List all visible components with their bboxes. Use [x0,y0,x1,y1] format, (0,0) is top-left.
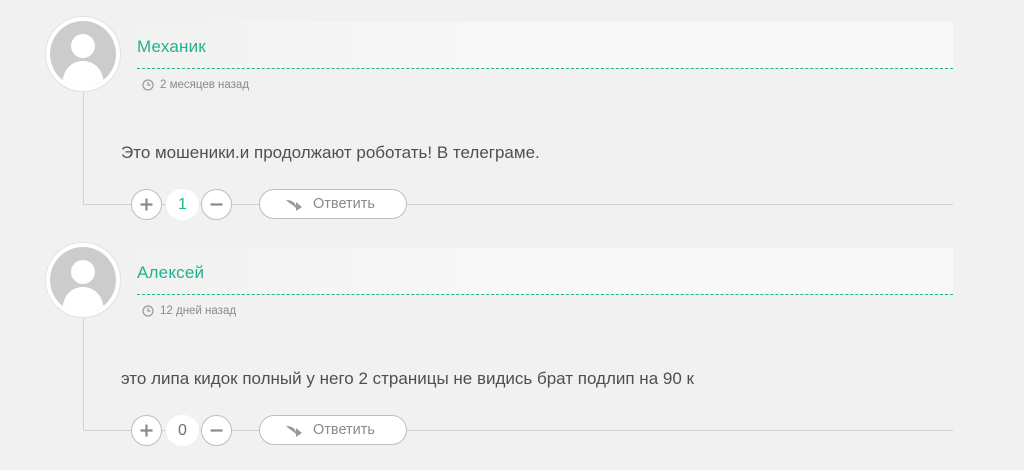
plus-icon [140,198,153,211]
thread-line [83,92,84,204]
minus-icon [210,429,223,432]
comment-author[interactable]: Механик [137,37,206,57]
thread-line [83,318,84,430]
upvote-button[interactable] [131,189,162,220]
header-dashed-line [137,294,953,295]
avatar [45,242,121,318]
plus-icon [140,424,153,437]
reply-arrow-icon [286,200,302,211]
comment-header [120,22,953,68]
comment-header [120,248,953,294]
reply-label: Ответить [313,422,375,438]
comment-timestamp: 2 месяцев назад [142,77,249,93]
reply-label: Ответить [313,196,375,212]
clock-icon [142,305,154,317]
default-user-avatar-icon [62,260,104,313]
reply-button[interactable]: Ответить [259,415,407,445]
reply-arrow-icon [286,426,302,437]
upvote-button[interactable] [131,415,162,446]
avatar [45,16,121,92]
comment-item: Алексей 12 дней назад это липа кидок пол… [0,226,1024,452]
comment-item: Механик 2 месяцев назад Это мошеники.и п… [0,0,1024,226]
header-dashed-line [137,68,953,69]
vote-count: 1 [166,189,199,220]
downvote-button[interactable] [201,415,232,446]
comment-author[interactable]: Алексей [137,263,204,283]
downvote-button[interactable] [201,189,232,220]
default-user-avatar-icon [62,34,104,87]
comment-text: Это мошеники.и продолжают роботать! В те… [121,143,540,162]
comment-text: это липа кидок полный у него 2 страницы … [121,369,694,388]
comment-time-label: 2 месяцев назад [160,79,250,91]
minus-icon [210,203,223,206]
comment-timestamp: 12 дней назад [142,303,236,319]
clock-icon [142,79,154,91]
comment-time-label: 12 дней назад [160,305,237,317]
vote-count: 0 [166,415,199,446]
reply-button[interactable]: Ответить [259,189,407,219]
